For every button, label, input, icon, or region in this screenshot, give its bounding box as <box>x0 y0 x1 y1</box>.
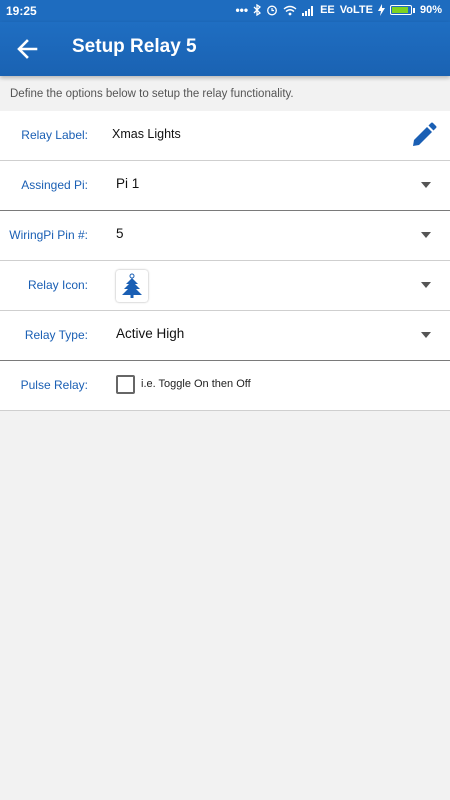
dropdown-arrow-icon[interactable] <box>421 182 431 188</box>
arrow-left-icon[interactable] <box>14 35 42 63</box>
dropdown-arrow-icon[interactable] <box>421 332 431 338</box>
wiringpi-pin-label: WiringPi Pin #: <box>9 228 88 242</box>
christmas-tree-icon <box>122 273 142 298</box>
pulse-relay-row: Pulse Relay: i.e. Toggle On then Off <box>0 361 450 411</box>
bluetooth-icon <box>253 4 262 16</box>
network-text: VoLTE <box>339 4 373 16</box>
relay-type-row[interactable]: Relay Type: Active High <box>0 311 450 361</box>
pencil-icon[interactable] <box>410 121 438 149</box>
battery-tip <box>412 7 415 13</box>
relay-label-row: Relay Label: Xmas Lights <box>0 111 450 161</box>
relay-label-label: Relay Label: <box>21 128 88 142</box>
charging-icon <box>377 4 385 16</box>
pulse-relay-label: Pulse Relay: <box>20 378 88 392</box>
battery-fill <box>391 7 409 13</box>
relay-type-value[interactable]: Active High <box>116 326 184 341</box>
assigned-pi-row[interactable]: Assinged Pi: Pi 1 <box>0 161 450 211</box>
battery-percent: 90% <box>419 4 442 16</box>
assigned-pi-label: Assinged Pi: <box>21 178 88 192</box>
assigned-pi-value[interactable]: Pi 1 <box>116 176 139 191</box>
wiringpi-pin-value[interactable]: 5 <box>116 226 124 241</box>
relay-icon-preview[interactable] <box>116 270 148 302</box>
intro-text: Define the options below to setup the re… <box>10 88 294 100</box>
pulse-relay-checkbox[interactable] <box>116 375 135 394</box>
alarm-icon <box>267 5 278 16</box>
more-dots-icon: ••• <box>235 3 249 17</box>
page-title: Setup Relay 5 <box>72 36 197 57</box>
app-bar: Setup Relay 5 <box>0 22 450 76</box>
status-time: 19:25 <box>6 4 37 18</box>
relay-form: Relay Label: Xmas Lights Assinged Pi: Pi… <box>0 111 450 411</box>
relay-label-value[interactable]: Xmas Lights <box>112 127 181 141</box>
dropdown-arrow-icon[interactable] <box>421 232 431 238</box>
wifi-icon <box>283 5 297 15</box>
pulse-relay-checkbox-label[interactable]: i.e. Toggle On then Off <box>141 378 251 390</box>
relay-type-label: Relay Type: <box>24 328 88 342</box>
carrier-text: EE <box>320 4 335 16</box>
wiringpi-pin-row[interactable]: WiringPi Pin #: 5 <box>0 211 450 261</box>
battery-icon <box>389 5 412 15</box>
dropdown-arrow-icon[interactable] <box>421 282 431 288</box>
status-icons: ••• EE VoLTE 90% <box>235 3 442 17</box>
signal-icon <box>302 5 314 16</box>
relay-icon-row[interactable]: Relay Icon: <box>0 261 450 311</box>
relay-icon-label: Relay Icon: <box>27 278 88 292</box>
status-bar: 19:25 ••• EE VoLTE 90% <box>0 0 450 22</box>
